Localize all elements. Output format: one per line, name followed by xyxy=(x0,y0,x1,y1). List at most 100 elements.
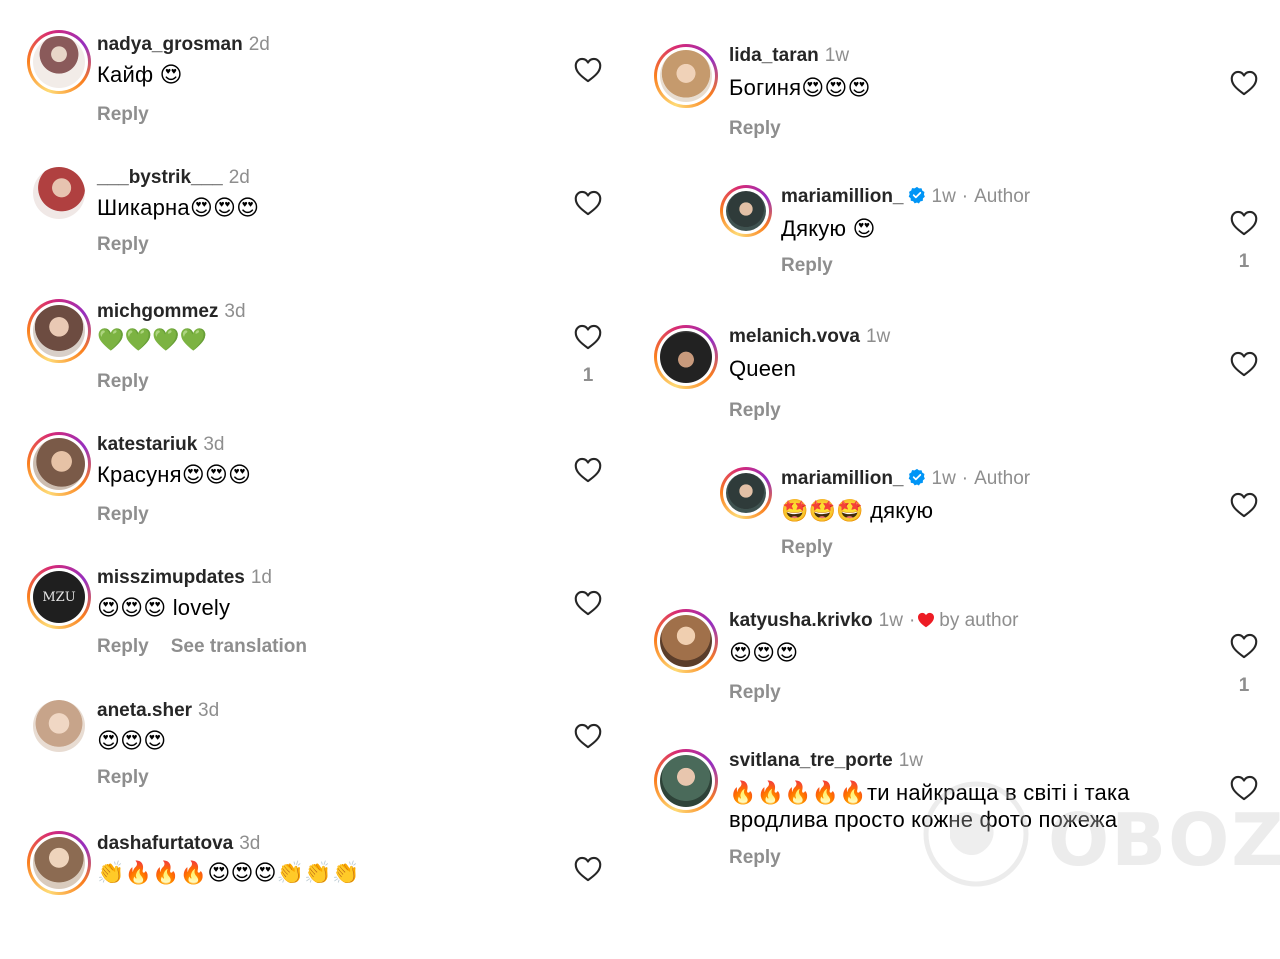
avatar[interactable] xyxy=(27,831,91,895)
liked-by-author-heart-icon xyxy=(918,612,935,628)
comment-actions: Reply xyxy=(729,118,803,140)
comment-header: svitlana_tre_porte 1w xyxy=(729,750,923,772)
comment-time: 3d xyxy=(239,833,261,854)
like-count: 1 xyxy=(582,365,594,386)
reply-button[interactable]: Reply xyxy=(97,234,149,255)
avatar[interactable] xyxy=(27,299,91,363)
heart-icon[interactable] xyxy=(574,57,602,83)
comment-time: 1w xyxy=(878,610,903,631)
see-translation-button[interactable]: See translation xyxy=(171,636,307,657)
heart-icon[interactable] xyxy=(1230,70,1258,96)
username-link[interactable]: mariamillion_ xyxy=(781,468,904,489)
avatar[interactable] xyxy=(27,30,91,94)
reply-button[interactable]: Reply xyxy=(729,682,781,703)
comment-actions: Reply xyxy=(97,104,171,126)
comment-item: MZU misszimupdates 1d 😍😍😍 lovely Reply See… xyxy=(0,563,640,693)
comment-time: 1w xyxy=(865,326,891,347)
heart-icon[interactable] xyxy=(574,590,602,616)
comment-actions: Reply xyxy=(781,255,855,277)
comment-text: Queen xyxy=(729,356,797,381)
heart-icon[interactable] xyxy=(1230,633,1258,659)
verified-badge-icon xyxy=(908,186,925,204)
watermark: OBOZ.UA xyxy=(920,778,1280,898)
author-label: Author xyxy=(974,186,1031,207)
reply-item: mariamillion_ 1w · Author Дякую 😍 Reply 1 xyxy=(640,183,1280,313)
username-link[interactable]: katestariuk xyxy=(97,434,197,455)
avatar[interactable] xyxy=(720,185,772,237)
separator-dot: · xyxy=(908,610,916,631)
heart-icon[interactable] xyxy=(574,723,602,749)
comments-column-right: lida_taran 1w Богиня😍😍😍 Reply mariamillio… xyxy=(640,0,1280,908)
comment-header: lida_taran 1w xyxy=(729,45,849,67)
reply-button[interactable]: Reply xyxy=(97,504,149,525)
heart-icon[interactable] xyxy=(574,324,602,350)
username-link[interactable]: ___bystrik___ xyxy=(97,167,223,188)
heart-icon[interactable] xyxy=(574,856,602,882)
comment-item: nadya_grosman 2d Кайф 😍 Reply xyxy=(0,30,640,160)
reply-item: mariamillion_ 1w · Author 🤩🤩🤩 дякую Reply xyxy=(640,465,1280,595)
reply-button[interactable]: Reply xyxy=(729,400,781,421)
comment-actions: Reply xyxy=(97,371,171,393)
reply-button[interactable]: Reply xyxy=(97,104,149,125)
username-link[interactable]: svitlana_tre_porte xyxy=(729,750,893,771)
heart-icon[interactable] xyxy=(574,457,602,483)
username-link[interactable]: misszimupdates xyxy=(97,567,245,588)
verified-badge-icon xyxy=(908,468,925,486)
reply-button[interactable]: Reply xyxy=(729,847,781,868)
like-count: 1 xyxy=(1238,251,1250,272)
comment-text: 💚💚💚💚 xyxy=(97,327,208,352)
comment-actions: Reply xyxy=(729,682,803,704)
username-link[interactable]: lida_taran xyxy=(729,45,819,66)
username-link[interactable]: dashafurtatova xyxy=(97,833,233,854)
avatar[interactable] xyxy=(720,467,772,519)
comment-header: mariamillion_ 1w · Author xyxy=(781,186,1030,208)
heart-icon[interactable] xyxy=(1230,492,1258,518)
comment-header: misszimupdates 1d xyxy=(97,567,272,589)
comment-item: aneta.sher 3d 😍😍😍 Reply xyxy=(0,696,640,826)
comment-header: nadya_grosman 2d xyxy=(97,34,270,56)
comment-time: 1w xyxy=(931,468,956,489)
comment-actions: Reply xyxy=(97,234,171,256)
comment-item: melanich.vova 1w Queen Reply xyxy=(640,323,1280,453)
comment-time: 2d xyxy=(228,167,250,188)
watermark-text: OBOZ.UA xyxy=(1048,798,1280,882)
comment-text: 🤩🤩🤩 дякую xyxy=(781,498,934,523)
username-link[interactable]: katyusha.krivko xyxy=(729,610,873,631)
reply-button[interactable]: Reply xyxy=(97,767,149,788)
heart-icon[interactable] xyxy=(1230,351,1258,377)
comment-item: lida_taran 1w Богиня😍😍😍 Reply xyxy=(640,42,1280,172)
reply-button[interactable]: Reply xyxy=(781,537,833,558)
comment-time: 1w xyxy=(898,750,923,771)
avatar[interactable] xyxy=(654,749,718,813)
avatar[interactable] xyxy=(654,609,718,673)
username-link[interactable]: aneta.sher xyxy=(97,700,192,721)
comment-header: katyusha.krivko 1w · by author xyxy=(729,610,1019,632)
avatar[interactable] xyxy=(654,325,718,389)
comment-text: Богиня😍😍😍 xyxy=(729,75,871,100)
avatar[interactable] xyxy=(27,432,91,496)
comment-time: 1w xyxy=(931,186,956,207)
reply-button[interactable]: Reply xyxy=(729,118,781,139)
heart-icon[interactable] xyxy=(574,190,602,216)
comment-text: 😍😍😍 xyxy=(97,728,167,753)
comment-item: michgommez 3d 💚💚💚💚 Reply 1 xyxy=(0,297,640,427)
comment-actions: Reply xyxy=(97,767,171,789)
avatar[interactable]: MZU xyxy=(27,565,91,629)
avatar[interactable] xyxy=(33,700,85,752)
username-link[interactable]: michgommez xyxy=(97,301,218,322)
reply-button[interactable]: Reply xyxy=(97,636,149,657)
comment-time: 1w xyxy=(824,45,850,66)
reply-button[interactable]: Reply xyxy=(97,371,149,392)
comment-item: katestariuk 3d Красуня😍😍😍 Reply xyxy=(0,430,640,560)
heart-icon[interactable] xyxy=(1230,210,1258,236)
reply-button[interactable]: Reply xyxy=(781,255,833,276)
comments-column-left: nadya_grosman 2d Кайф 😍 Reply ___bystrik_… xyxy=(0,0,640,908)
avatar[interactable] xyxy=(654,44,718,108)
comment-text: Красуня😍😍😍 xyxy=(97,462,252,487)
avatar[interactable] xyxy=(33,167,85,219)
username-link[interactable]: mariamillion_ xyxy=(781,186,904,207)
username-link[interactable]: nadya_grosman xyxy=(97,34,243,55)
comment-text: 😍😍😍 xyxy=(729,640,799,665)
username-link[interactable]: melanich.vova xyxy=(729,326,860,347)
separator-dot: · xyxy=(961,468,969,489)
